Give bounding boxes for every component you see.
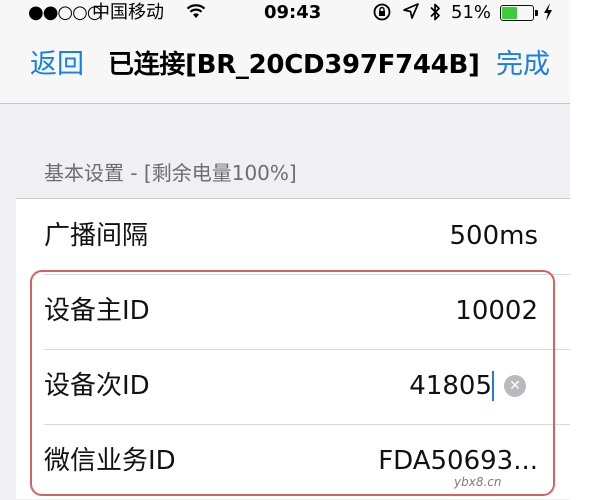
battery-icon — [500, 5, 534, 21]
table-row-minor-id[interactable]: 设备次ID 41805 ✕ — [16, 349, 570, 424]
battery-level-fill — [502, 7, 517, 19]
row-label: 微信业务ID — [44, 446, 176, 476]
wechat-service-id-value[interactable]: FDA50693... — [378, 444, 538, 478]
table-row-major-id[interactable]: 设备主ID 10002 — [16, 274, 570, 349]
battery-tip — [535, 10, 538, 16]
done-button[interactable]: 完成 — [496, 48, 550, 82]
battery-percentage: 51% — [451, 2, 492, 23]
minor-id-input[interactable]: 41805 — [409, 369, 492, 403]
ios-settings-screen: ●●○○○ 中国移动 09:43 51% 返回 已连接[BR_20CD397F7… — [0, 0, 570, 500]
page-title: 已连接[BR_20CD397F744B] — [108, 50, 480, 80]
charging-bolt-icon — [542, 2, 554, 24]
text-cursor — [492, 371, 494, 401]
status-bar: ●●○○○ 中国移动 09:43 51% — [0, 0, 570, 26]
row-label: 设备主ID — [44, 296, 150, 326]
clear-text-icon[interactable]: ✕ — [504, 375, 526, 397]
watermark: ybx8.cn — [454, 475, 502, 489]
broadcast-interval-value: 500ms — [449, 221, 539, 251]
back-button[interactable]: 返回 — [30, 48, 84, 82]
carrier-name: 中国移动 — [92, 2, 164, 23]
major-id-value[interactable]: 10002 — [455, 294, 538, 328]
section-header: 基本设置 - [剩余电量100%] — [44, 161, 297, 185]
wifi-icon — [186, 2, 206, 24]
settings-table: 广播间隔 500ms 设备主ID 10002 设备次ID 41805 ✕ 微信业… — [16, 198, 570, 499]
row-label: 广播间隔 — [44, 221, 149, 251]
status-time: 09:43 — [264, 2, 322, 23]
row-label: 设备次ID — [44, 371, 150, 401]
navigation-bar: 返回 已连接[BR_20CD397F744B] 完成 — [0, 26, 570, 104]
table-row-broadcast-interval[interactable]: 广播间隔 500ms — [16, 199, 570, 274]
location-arrow-icon — [402, 2, 420, 24]
orientation-lock-icon — [372, 2, 392, 25]
signal-strength-icon: ●●○○○ — [28, 2, 103, 23]
bluetooth-icon — [428, 2, 442, 25]
